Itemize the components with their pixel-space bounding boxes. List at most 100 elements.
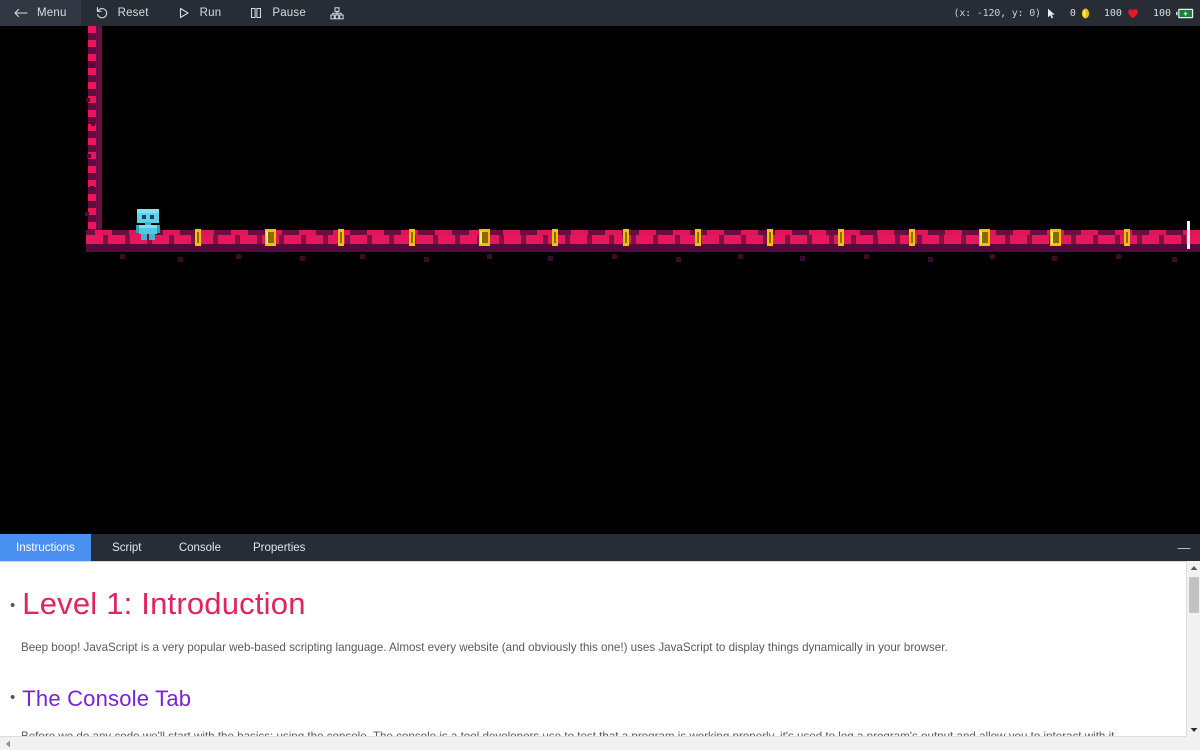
robot-leg-left [141,234,147,240]
terrain-speck [360,254,365,259]
run-button[interactable]: Run [163,0,236,26]
coin-pickup[interactable] [1124,229,1130,246]
robot-body-highlight [139,225,157,228]
coin-pickup[interactable] [479,229,490,246]
run-button-label: Run [199,7,222,19]
terrain-speck [178,257,183,262]
pause-icon [249,6,263,20]
section-heading-row: • The Console Tab [10,686,1166,711]
terrain-speck [90,186,94,190]
coin-pickup[interactable] [623,229,629,246]
terrain-speck [548,256,553,261]
health-counter: 100 [1104,8,1139,19]
terrain-speck [1172,257,1177,262]
terrain-speck [1116,254,1121,259]
section-bullet-icon: • [10,689,16,707]
terrain-ground-shadow [86,244,1200,252]
coin-pickup[interactable] [338,229,344,246]
terrain-left-wall-edge [96,26,102,238]
terrain-speck [990,254,995,259]
terrain-speck [91,122,95,126]
robot-leg-right [149,234,155,240]
coin-pickup[interactable] [695,229,701,246]
terrain-speck [612,254,617,259]
tab-instructions[interactable]: Instructions [0,534,91,561]
game-canvas[interactable] [0,26,1200,534]
toolbar-buttons: Menu Reset Run Pause [0,0,354,26]
coin-pickup[interactable] [767,229,773,246]
health-count: 100 [1103,7,1122,19]
tab-properties-label: Properties [253,541,306,554]
coin-counter: 0 [1070,8,1090,19]
instructions-panel: • Level 1: Introduction Beep boop! JavaS… [0,561,1200,750]
scrollbar-corner [1186,736,1200,750]
robot-head-highlight [137,209,159,213]
vertical-scrollbar-thumb[interactable] [1189,577,1199,613]
coin-pickup[interactable] [838,229,844,246]
pause-button[interactable]: Pause [235,0,320,26]
play-icon [177,6,191,20]
goal-flag [1187,221,1190,249]
terrain-speck [864,254,869,259]
coin-icon [1081,8,1090,19]
level-bullet-icon: • [10,597,16,614]
robot-eye-right [150,215,154,219]
level-title: Level 1: Introduction [22,586,306,621]
section-title: The Console Tab [22,686,192,712]
instructions-content: • Level 1: Introduction Beep boop! JavaS… [0,562,1186,743]
menu-button[interactable]: Menu [0,0,81,26]
tab-instructions-label: Instructions [16,541,75,554]
battery-icon [1176,8,1194,19]
app-root: Menu Reset Run Pause (x: -120, y: 0) 0 1… [0,0,1200,750]
coin-pickup[interactable] [195,229,201,246]
horizontal-scrollbar[interactable] [0,736,1186,750]
terrain-speck [236,254,241,259]
tab-console[interactable]: Console [163,534,237,561]
cursor-arrow-icon [1047,8,1056,19]
robot-eye-left [142,215,146,219]
vertical-scrollbar[interactable] [1186,561,1200,736]
pause-button-label: Pause [272,7,306,19]
terrain-speck [1052,256,1057,261]
tab-console-label: Console [178,541,222,554]
menu-button-label: Menu [37,7,67,19]
robot-player[interactable] [135,209,161,240]
level-heading-row: • Level 1: Introduction [10,586,1166,622]
coin-count: 0 [1069,7,1076,19]
coin-pickup[interactable] [409,229,415,246]
terrain-speck [86,98,90,102]
level-paragraph: Beep boop! JavaScript is a very popular … [21,640,948,654]
tab-properties[interactable]: Properties [237,534,321,561]
coin-pickup[interactable] [265,229,276,246]
terrain-speck [800,256,805,261]
scroll-left-arrow-icon[interactable] [1,737,14,750]
terrain-speck [120,254,125,259]
toolbar: Menu Reset Run Pause (x: -120, y: 0) 0 1… [0,0,1200,26]
back-arrow-icon [14,6,28,20]
coin-pickup[interactable] [979,229,990,246]
scroll-down-arrow-icon[interactable] [1187,723,1200,736]
terrain-speck [90,64,94,68]
reset-button[interactable]: Reset [81,0,163,26]
scroll-up-arrow-icon[interactable] [1187,561,1200,574]
terrain-speck [85,212,89,216]
tab-script[interactable]: Script [91,534,163,561]
heart-icon [1127,8,1139,19]
coin-pickup[interactable] [1050,229,1061,246]
terrain-speck [738,254,743,259]
minimize-icon: — [1177,540,1191,555]
robot-arm-right [157,225,160,233]
coin-pickup[interactable] [909,229,915,246]
coin-pickup[interactable] [552,229,558,246]
terrain-speck [487,254,492,259]
terrain-speck [87,154,91,158]
battery-counter: 100 [1153,8,1194,19]
hierarchy-button[interactable] [320,0,354,26]
minimize-panel-button[interactable]: — [1174,534,1194,561]
status-bar: (x: -120, y: 0) 0 100 100 [954,0,1194,26]
reset-button-label: Reset [117,7,149,19]
terrain-speck [928,257,933,262]
terrain-speck [676,257,681,262]
coordinates-readout: (x: -120, y: 0) [953,7,1042,19]
battery-count: 100 [1152,7,1171,19]
